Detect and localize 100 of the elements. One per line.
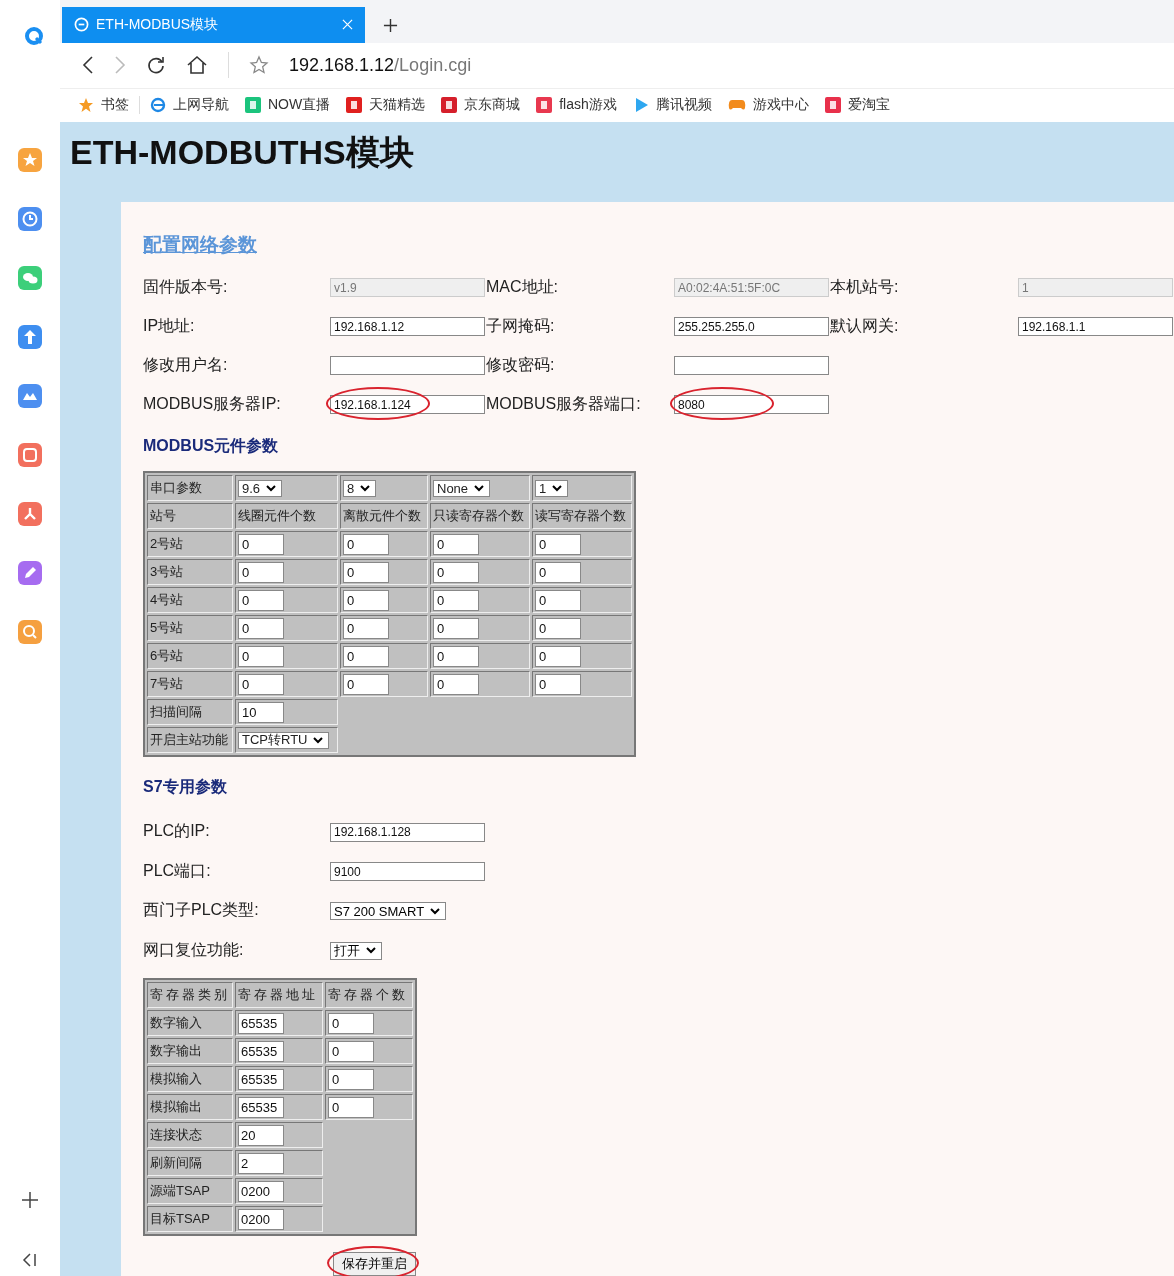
caret-icon bbox=[313, 736, 324, 744]
pen-icon[interactable] bbox=[18, 561, 42, 585]
star-icon[interactable] bbox=[249, 55, 269, 76]
bookmark-link[interactable]: 腾讯视频 bbox=[632, 96, 712, 115]
text-field[interactable]: 192.168.1.1 bbox=[1018, 317, 1173, 336]
address-field[interactable]: 192.168.1.12/Login.cgi bbox=[289, 54, 472, 76]
text-field[interactable]: 9100 bbox=[330, 862, 485, 881]
text-field[interactable] bbox=[330, 356, 485, 375]
number-field[interactable]: 0 bbox=[433, 561, 479, 583]
number-field[interactable]: 0 bbox=[238, 617, 284, 639]
number-field[interactable]: 65535 bbox=[238, 1012, 284, 1034]
number-field[interactable]: 0 bbox=[343, 561, 389, 583]
bookmark-link[interactable]: 上网导航 bbox=[150, 96, 229, 115]
number-field[interactable]: 0200 bbox=[238, 1180, 284, 1202]
number-field[interactable]: 0 bbox=[343, 673, 389, 695]
section-heading: S7专用参数 bbox=[143, 777, 228, 797]
fork-icon[interactable] bbox=[18, 502, 42, 526]
bookmark-link[interactable]: 天猫精选 bbox=[346, 96, 426, 115]
save-button[interactable]: 保存并重启 bbox=[333, 1252, 416, 1276]
dropdown[interactable]: TCP转RTU bbox=[238, 731, 330, 749]
number-field[interactable]: 65535 bbox=[238, 1068, 284, 1090]
square-icon[interactable] bbox=[18, 443, 42, 467]
table-cell: 2号站 bbox=[147, 531, 233, 557]
number-field[interactable]: 0 bbox=[343, 645, 389, 667]
number-field[interactable]: 0 bbox=[328, 1012, 374, 1034]
number-field[interactable]: 0 bbox=[433, 673, 479, 695]
dropdown[interactable]: 1 bbox=[535, 479, 569, 497]
clock-icon[interactable] bbox=[18, 207, 42, 231]
bookmark-link[interactable]: flash游戏 bbox=[536, 96, 617, 115]
gamepad-icon bbox=[727, 98, 746, 113]
dropdown[interactable]: None bbox=[433, 479, 491, 497]
bookmark-link[interactable]: NOW直播 bbox=[245, 96, 331, 115]
number-field[interactable]: 0 bbox=[433, 645, 479, 667]
text-field[interactable]: 192.168.1.128 bbox=[330, 822, 485, 842]
table-cell: 开启主站功能 bbox=[147, 727, 233, 753]
number-field[interactable]: 2 bbox=[238, 1152, 284, 1174]
page-title: ETH-MODBUTHS模块 bbox=[69, 132, 415, 173]
number-field[interactable]: 0 bbox=[433, 589, 479, 611]
column-header: 线圈元件个数 bbox=[235, 503, 338, 529]
text-field[interactable] bbox=[674, 356, 829, 375]
forward-icon[interactable] bbox=[114, 55, 126, 76]
bookmark-link[interactable]: 爱淘宝 bbox=[824, 96, 890, 115]
field-label: 固件版本号: bbox=[143, 277, 229, 297]
number-field[interactable]: 0 bbox=[343, 617, 389, 639]
bookmark-link[interactable]: 京东商城 bbox=[441, 96, 521, 115]
caret-icon bbox=[430, 907, 441, 915]
column-header: 寄存器类别 bbox=[147, 982, 233, 1008]
number-field[interactable]: 0 bbox=[535, 673, 581, 695]
number-field[interactable]: 0 bbox=[535, 645, 581, 667]
number-field[interactable]: 0 bbox=[328, 1068, 374, 1090]
dropdown[interactable]: 打开 bbox=[330, 941, 382, 960]
caret-icon bbox=[552, 484, 563, 492]
table-cell: 6号站 bbox=[147, 643, 233, 669]
number-field[interactable]: 65535 bbox=[238, 1096, 284, 1118]
number-field[interactable]: 0 bbox=[343, 589, 389, 611]
table-cell: 源端TSAP bbox=[147, 1178, 233, 1204]
add-icon[interactable] bbox=[20, 1190, 40, 1210]
text-field[interactable]: 192.168.1.124 bbox=[330, 395, 485, 414]
new-tab-icon[interactable] bbox=[383, 17, 398, 33]
close-icon[interactable] bbox=[342, 19, 353, 31]
text-field[interactable]: 8080 bbox=[674, 395, 829, 414]
number-field[interactable]: 0 bbox=[328, 1040, 374, 1062]
bookmark-link[interactable]: 游戏中心 bbox=[727, 96, 809, 115]
number-field[interactable]: 0 bbox=[535, 533, 581, 555]
number-field[interactable]: 0 bbox=[328, 1096, 374, 1118]
dropdown[interactable]: 8 bbox=[343, 479, 377, 497]
table-cell: 连接状态 bbox=[147, 1122, 233, 1148]
mountain-icon[interactable] bbox=[18, 384, 42, 408]
number-field[interactable]: 0200 bbox=[238, 1208, 284, 1230]
bookmark-link[interactable]: 书签 bbox=[78, 96, 129, 115]
number-field[interactable]: 65535 bbox=[238, 1040, 284, 1062]
number-field[interactable]: 0 bbox=[238, 673, 284, 695]
table-cell: 扫描间隔 bbox=[147, 699, 233, 725]
search-icon[interactable] bbox=[18, 620, 42, 644]
number-field[interactable]: 0 bbox=[535, 617, 581, 639]
dropdown[interactable]: S7 200 SMART bbox=[330, 902, 447, 920]
number-field[interactable]: 0 bbox=[535, 561, 581, 583]
reload-icon[interactable] bbox=[146, 55, 166, 76]
site-logo-icon bbox=[245, 97, 261, 114]
table-cell: 模拟输入 bbox=[147, 1066, 233, 1092]
number-field[interactable]: 0 bbox=[535, 589, 581, 611]
text-field[interactable]: 192.168.1.12 bbox=[330, 317, 485, 336]
text-field[interactable]: 255.255.255.0 bbox=[674, 317, 829, 336]
home-icon[interactable] bbox=[186, 55, 208, 76]
table-cell: 刷新间隔 bbox=[147, 1150, 233, 1176]
number-field[interactable]: 0 bbox=[238, 533, 284, 555]
field-label: 默认网关: bbox=[830, 316, 900, 336]
number-field[interactable]: 0 bbox=[433, 617, 479, 639]
number-field[interactable]: 0 bbox=[238, 645, 284, 667]
caret-icon bbox=[360, 484, 371, 492]
number-field[interactable]: 0 bbox=[433, 533, 479, 555]
dropdown[interactable]: 9.6 bbox=[238, 479, 283, 497]
back-icon[interactable] bbox=[82, 55, 94, 76]
number-field[interactable]: 0 bbox=[238, 561, 284, 583]
chat-icon[interactable] bbox=[18, 266, 42, 290]
number-field[interactable]: 0 bbox=[343, 533, 389, 555]
number-field[interactable]: 20 bbox=[238, 1124, 284, 1146]
number-field[interactable]: 10 bbox=[238, 701, 284, 723]
site-logo-icon bbox=[441, 97, 458, 114]
number-field[interactable]: 0 bbox=[238, 589, 284, 611]
